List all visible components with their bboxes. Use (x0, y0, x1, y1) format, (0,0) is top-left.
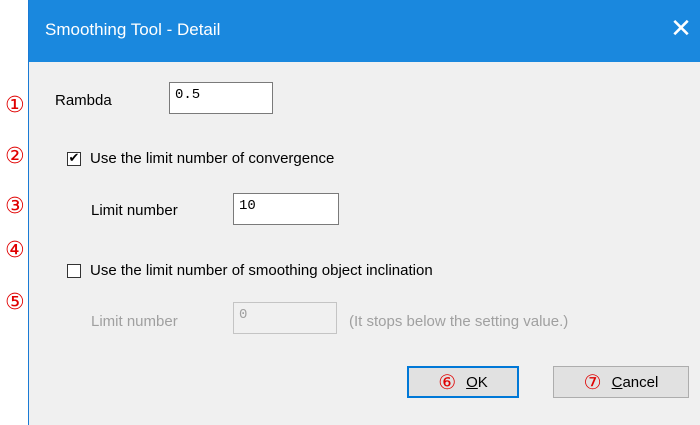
convergence-checkbox[interactable]: ✔ (67, 152, 81, 166)
ok-button-label: K (477, 373, 488, 391)
inclination-note: (It stops below the setting value.) (349, 313, 569, 330)
annotation-marker-6: ⑥ (438, 370, 457, 394)
rambda-input[interactable]: 0.5 (169, 82, 273, 114)
convergence-checkbox-label[interactable]: Use the limit number of convergence (90, 150, 334, 167)
convergence-limit-label: Limit number (91, 202, 178, 219)
annotation-marker-1: ① (5, 93, 25, 118)
ok-button-accel: O (466, 373, 478, 391)
inclination-limit-label: Limit number (91, 313, 178, 330)
rambda-label: Rambda (55, 92, 112, 109)
inclination-checkbox[interactable] (67, 264, 81, 278)
title-bar: Smoothing Tool - Detail ✕ (29, 0, 700, 62)
ok-button[interactable]: ⑥ OK (407, 366, 519, 398)
annotation-marker-2: ② (5, 144, 25, 169)
annotation-marker-5: ⑤ (5, 290, 25, 315)
annotation-marker-3: ③ (5, 194, 25, 219)
cancel-button-accel: C (611, 373, 623, 391)
inclination-limit-input[interactable]: 0 (233, 302, 337, 334)
annotation-marker-4: ④ (5, 238, 25, 263)
convergence-limit-input[interactable]: 10 (233, 193, 339, 225)
smoothing-detail-dialog: Smoothing Tool - Detail ✕ Rambda 0.5 ✔ U… (28, 0, 700, 425)
cancel-button-label: ancel (622, 373, 659, 391)
cancel-button[interactable]: ⑦ Cancel (553, 366, 689, 398)
close-icon[interactable]: ✕ (665, 13, 697, 45)
inclination-checkbox-label[interactable]: Use the limit number of smoothing object… (90, 262, 433, 279)
annotation-marker-7: ⑦ (583, 370, 602, 394)
dialog-title: Smoothing Tool - Detail (45, 20, 221, 39)
